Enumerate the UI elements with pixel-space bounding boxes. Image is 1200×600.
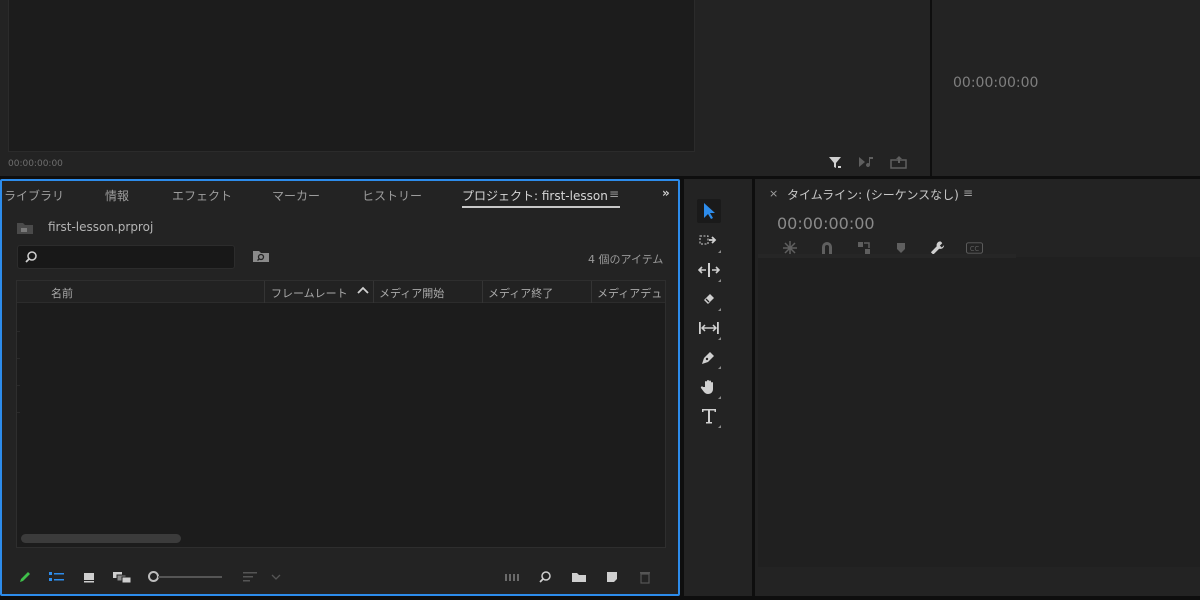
- item-count: 4 個のアイテム: [588, 253, 664, 266]
- list-view-icon[interactable]: [48, 568, 66, 586]
- list-header: 名前 フレームレート メディア開始 メディア終了 メディアデュ: [17, 281, 665, 303]
- column-name[interactable]: 名前: [51, 285, 73, 301]
- filter-icon[interactable]: [826, 153, 844, 171]
- new-bin-icon[interactable]: [571, 568, 587, 586]
- column-media-duration[interactable]: メディアデュ: [597, 285, 662, 301]
- list-row: [17, 331, 20, 332]
- panel-menu-icon[interactable]: ≡: [609, 187, 619, 201]
- razor-tool[interactable]: [697, 287, 721, 311]
- type-tool-icon: [702, 409, 716, 424]
- project-panel: ライブラリ 情報 エフェクト マーカー ヒストリー プロジェクト: first-…: [0, 179, 680, 596]
- search-input[interactable]: [17, 245, 235, 269]
- search-icon: [24, 250, 38, 267]
- timeline-timecode[interactable]: 00:00:00:00: [777, 214, 875, 233]
- list-row: [17, 412, 20, 413]
- tab-markers[interactable]: マーカー: [272, 187, 320, 204]
- active-tab-indicator: [462, 206, 620, 208]
- sort-icon[interactable]: [242, 568, 258, 586]
- pencil-icon[interactable]: [18, 568, 32, 586]
- icon-view-icon[interactable]: [82, 568, 96, 586]
- project-bottom-toolbar: [16, 568, 666, 588]
- close-icon[interactable]: ×: [769, 187, 778, 200]
- timeline-ruler[interactable]: [758, 254, 1016, 258]
- tab-project[interactable]: プロジェクト: first-lesson: [462, 187, 608, 204]
- selection-tool[interactable]: [697, 199, 721, 223]
- list-row: [17, 385, 20, 386]
- zoom-slider[interactable]: [158, 576, 222, 578]
- ripple-edit-tool[interactable]: [697, 258, 721, 282]
- horizontal-scrollbar[interactable]: [21, 534, 181, 543]
- sort-ascending-icon[interactable]: [357, 285, 369, 298]
- source-timecode[interactable]: 00:00:00:00: [8, 159, 63, 169]
- hand-tool-icon: [700, 380, 713, 394]
- project-file-name: first-lesson.prproj: [48, 220, 154, 234]
- export-frame-icon[interactable]: [890, 153, 908, 171]
- new-item-icon[interactable]: [605, 568, 619, 586]
- timeline-panel: × タイムライン: (シーケンスなし) ≡ 00:00:00:00 CC: [755, 179, 1200, 596]
- tools-panel: [684, 179, 752, 596]
- razor-tool-icon: [704, 294, 714, 304]
- type-tool[interactable]: [697, 404, 721, 428]
- project-folder-icon: [16, 221, 34, 235]
- track-select-tool[interactable]: [697, 229, 721, 253]
- project-item-list[interactable]: 名前 フレームレート メディア開始 メディア終了 メディアデュ: [16, 280, 666, 548]
- timeline-menu-icon[interactable]: ≡: [963, 186, 973, 200]
- tab-info[interactable]: 情報: [105, 187, 129, 204]
- selection-tool-icon: [704, 203, 715, 219]
- source-monitor-viewer[interactable]: [8, 0, 695, 152]
- column-frame-rate[interactable]: フレームレート: [271, 285, 348, 301]
- automate-to-sequence-icon[interactable]: [504, 568, 522, 586]
- new-search-bin-icon[interactable]: [252, 249, 270, 266]
- panel-tabs: ライブラリ 情報 エフェクト マーカー ヒストリー プロジェクト: first-…: [2, 181, 678, 209]
- list-row: [17, 358, 20, 359]
- more-tabs-icon[interactable]: »: [662, 186, 670, 200]
- slip-tool-icon: [699, 322, 719, 334]
- source-monitor-buttons: [826, 153, 908, 171]
- svg-text:CC: CC: [970, 244, 980, 252]
- timeline-tracks-area[interactable]: [758, 257, 1200, 567]
- hand-tool[interactable]: [697, 375, 721, 399]
- trash-icon[interactable]: [638, 568, 652, 586]
- column-media-end[interactable]: メディア終了: [488, 285, 553, 301]
- program-timecode[interactable]: 00:00:00:00: [953, 75, 1038, 91]
- ripple-edit-icon: [698, 263, 720, 277]
- pen-tool[interactable]: [697, 345, 721, 369]
- track-select-icon: [699, 235, 717, 245]
- slip-tool[interactable]: [697, 316, 721, 340]
- freeform-view-icon[interactable]: [112, 568, 132, 586]
- find-icon[interactable]: [538, 568, 552, 586]
- chevron-down-icon[interactable]: [271, 568, 281, 586]
- tab-history[interactable]: ヒストリー: [362, 187, 422, 204]
- tab-libraries[interactable]: ライブラリ: [4, 187, 64, 204]
- insert-audio-icon[interactable]: [858, 153, 876, 171]
- tab-effects[interactable]: エフェクト: [172, 187, 232, 204]
- column-media-start[interactable]: メディア開始: [379, 285, 444, 301]
- pen-tool-icon: [702, 352, 714, 364]
- timeline-title[interactable]: タイムライン: (シーケンスなし): [787, 186, 959, 203]
